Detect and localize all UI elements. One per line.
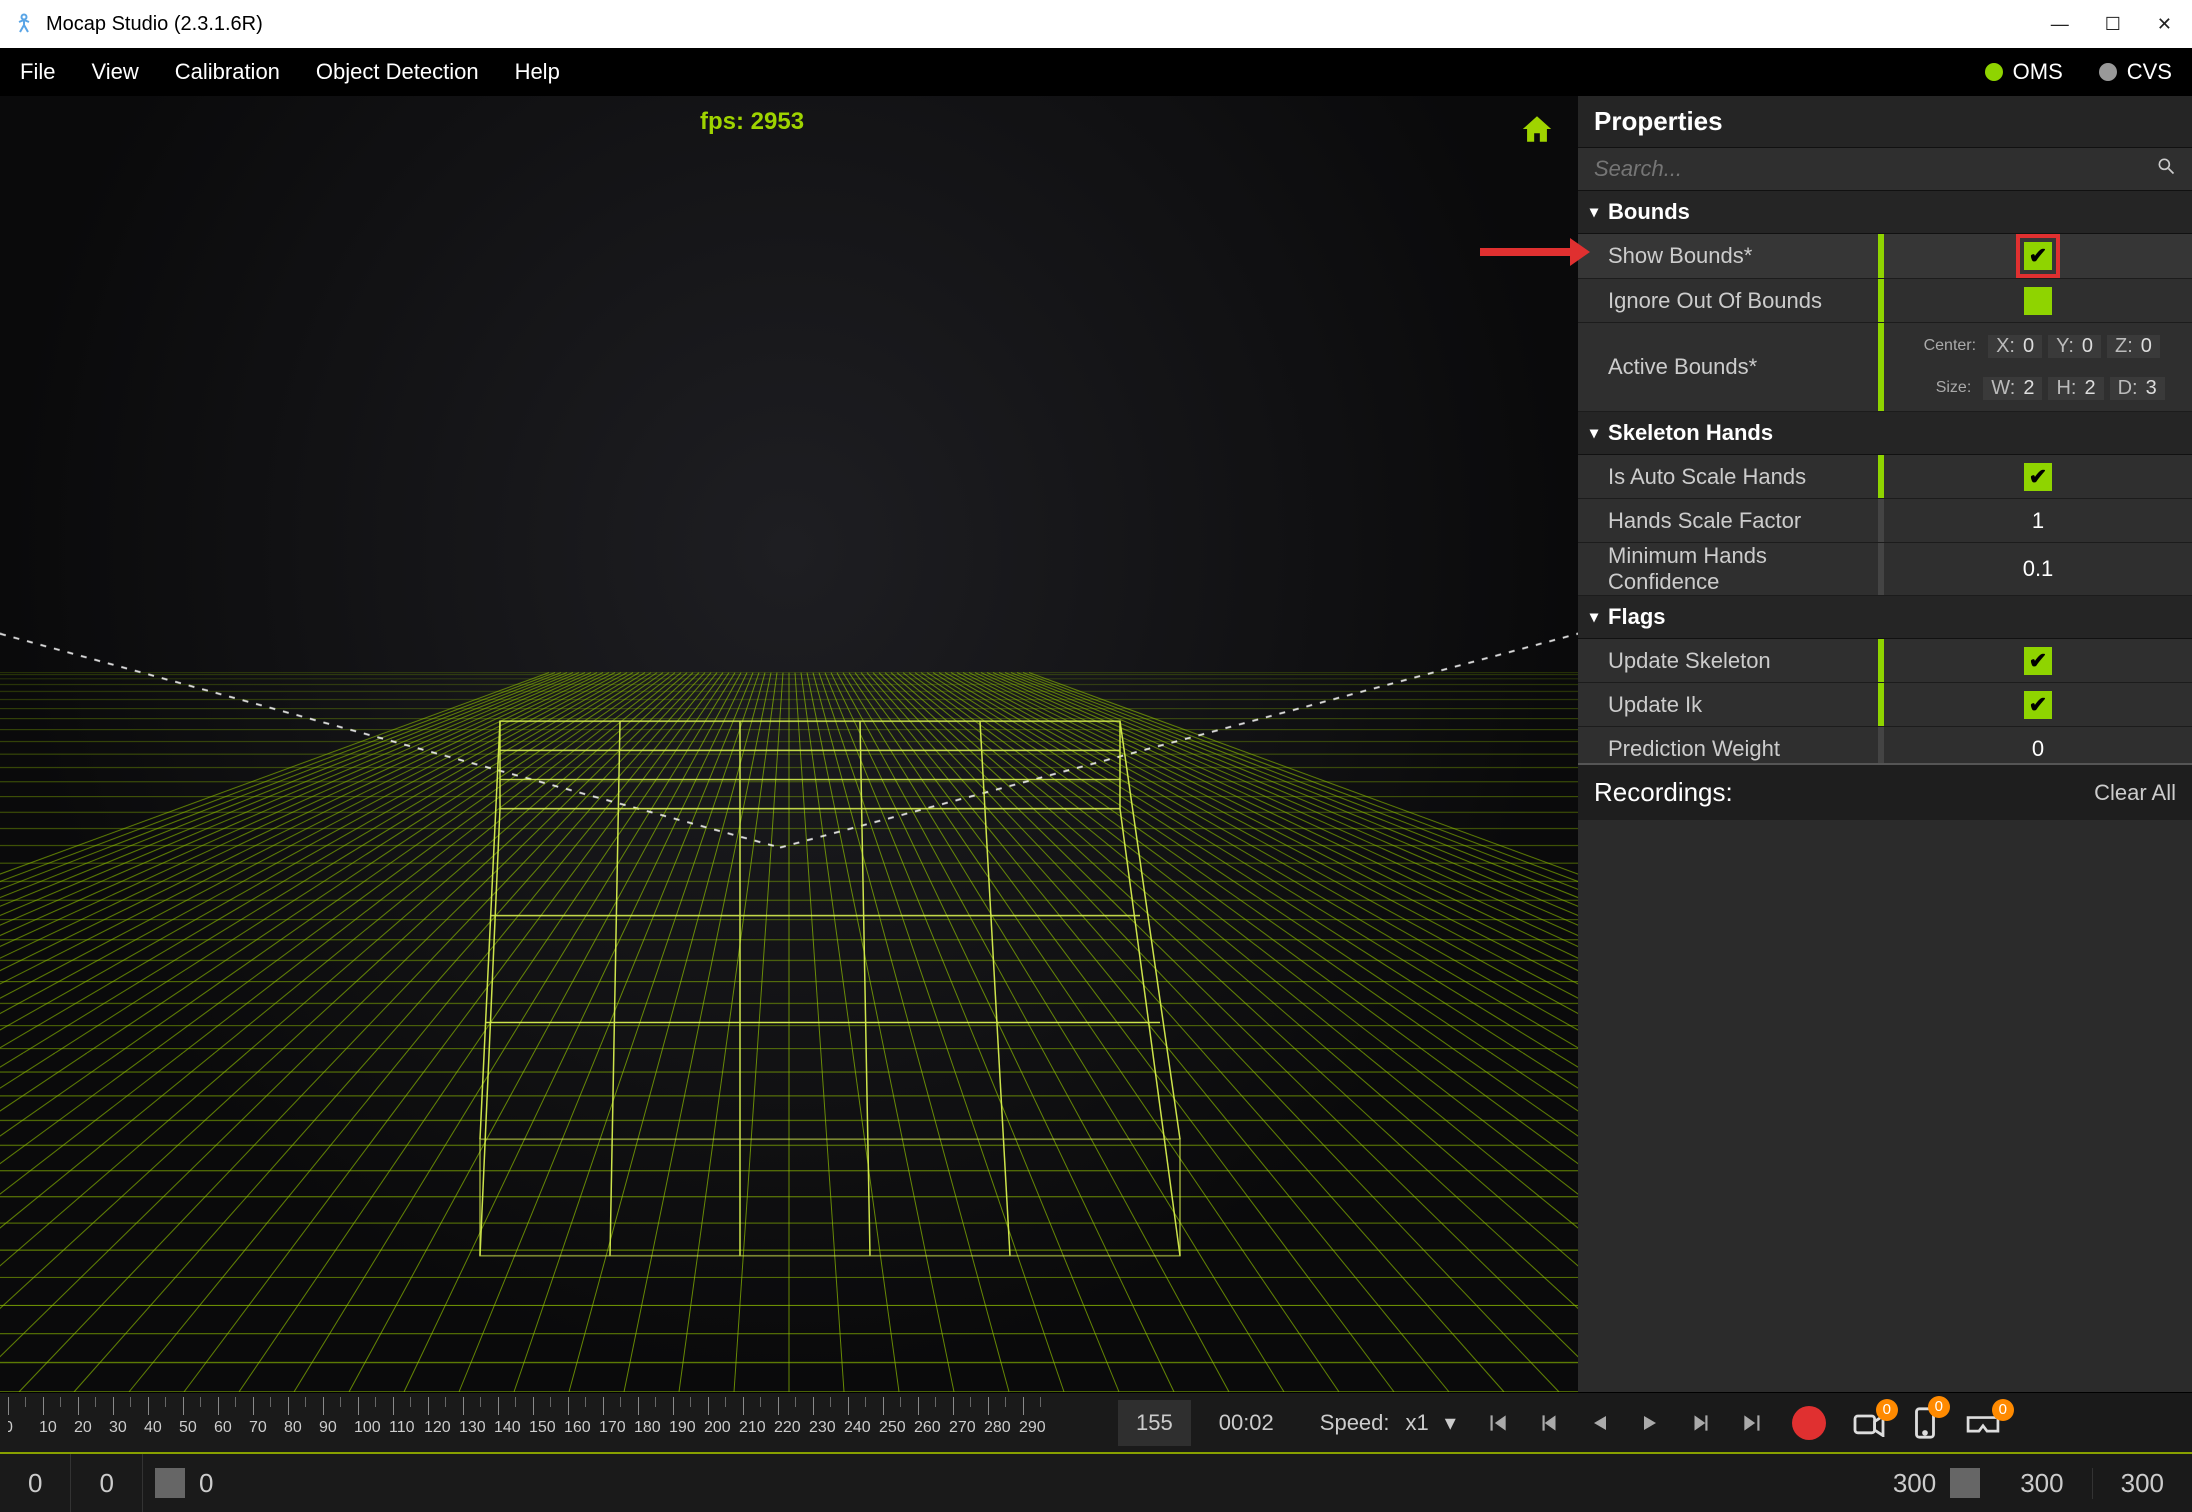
prop-min-hands-confidence[interactable]: Minimum Hands Confidence 0.1 (1578, 543, 2192, 596)
slider-handle-left[interactable] (155, 1468, 185, 1498)
prop-ignore-out-of-bounds[interactable]: Ignore Out Of Bounds (1578, 279, 2192, 323)
properties-search[interactable] (1578, 148, 2192, 191)
recordings-title: Recordings: (1594, 777, 1733, 808)
clear-all-button[interactable]: Clear All (2094, 780, 2176, 806)
play-back-icon[interactable] (1588, 1411, 1612, 1435)
home-icon[interactable] (1520, 112, 1554, 151)
go-end-icon[interactable] (1740, 1410, 1766, 1436)
prop-active-bounds: Active Bounds* Center: X:0 Y:0 Z:0 Size: (1578, 323, 2192, 412)
prop-label: Show Bounds* (1578, 234, 1878, 278)
titlebar: Mocap Studio (2.3.1.6R) — ☐ ✕ (0, 0, 2192, 48)
range-start-b[interactable]: 0 (71, 1454, 142, 1512)
menu-view[interactable]: View (91, 59, 138, 85)
prop-hands-scale-factor[interactable]: Hands Scale Factor 1 (1578, 499, 2192, 543)
checkbox-show-bounds[interactable]: ✔ (2024, 242, 2052, 270)
status-cvs: CVS (2099, 59, 2172, 85)
next-frame-icon[interactable] (1688, 1410, 1714, 1436)
menubar: File View Calibration Object Detection H… (0, 48, 2192, 96)
section-bounds[interactable]: ▾ Bounds (1578, 191, 2192, 234)
vr-icon[interactable]: 0 (1964, 1409, 2002, 1437)
range-end-a[interactable]: 300 (1992, 1468, 2092, 1499)
minimize-button[interactable]: — (2051, 14, 2069, 35)
status-oms: OMS (1985, 59, 2063, 85)
active-bounds-z[interactable]: Z:0 (2107, 335, 2160, 358)
range-end-b[interactable]: 300 (2093, 1468, 2192, 1499)
prop-update-ik[interactable]: Update Ik ✔ (1578, 683, 2192, 727)
properties-panel: Properties ▾ Bounds Show Bounds* ✔ (1578, 96, 2192, 1392)
active-bounds-w[interactable]: W:2 (1983, 377, 2042, 400)
search-icon[interactable] (2156, 156, 2176, 182)
checkbox-ignore-out-of-bounds[interactable] (2024, 287, 2052, 315)
search-input[interactable] (1594, 156, 2156, 182)
speed-control[interactable]: Speed: x1 ▾ (1302, 1410, 1474, 1436)
prop-prediction-weight[interactable]: Prediction Weight 0 (1578, 727, 2192, 763)
section-skeleton-hands[interactable]: ▾ Skeleton Hands (1578, 412, 2192, 455)
app-icon (12, 12, 36, 36)
checkbox-update-skeleton[interactable]: ✔ (2024, 647, 2052, 675)
prop-label: Active Bounds* (1578, 323, 1878, 411)
recordings-list (1578, 820, 2192, 1392)
close-button[interactable]: ✕ (2157, 14, 2172, 35)
current-time: 00:02 (1201, 1400, 1292, 1446)
active-bounds-x[interactable]: X:0 (1988, 335, 2042, 358)
prev-frame-icon[interactable] (1536, 1410, 1562, 1436)
active-bounds-h[interactable]: H:2 (2048, 377, 2103, 400)
chevron-down-icon[interactable]: ▾ (1445, 1410, 1456, 1436)
active-bounds-y[interactable]: Y:0 (2048, 335, 2101, 358)
chevron-down-icon: ▾ (1590, 607, 1598, 627)
maximize-button[interactable]: ☐ (2105, 14, 2121, 35)
chevron-down-icon: ▾ (1590, 423, 1598, 443)
record-button[interactable] (1792, 1406, 1826, 1440)
checkbox-auto-scale[interactable]: ✔ (2024, 463, 2052, 491)
active-bounds-d[interactable]: D:3 (2110, 377, 2165, 400)
range-start-a[interactable]: 0 (0, 1454, 71, 1512)
range-bar[interactable]: 0 0 0 300 300 300 (0, 1452, 2192, 1512)
window-controls: — ☐ ✕ (2051, 14, 2180, 35)
prop-show-bounds[interactable]: Show Bounds* ✔ (1578, 234, 2192, 279)
range-slider[interactable]: 0 300 (143, 1454, 1992, 1512)
highlight-frame: ✔ (2016, 234, 2060, 278)
prop-label: Ignore Out Of Bounds (1578, 279, 1878, 322)
chevron-down-icon: ▾ (1590, 202, 1598, 222)
recordings-header: Recordings: Clear All (1578, 763, 2192, 820)
menu-help[interactable]: Help (515, 59, 560, 85)
fps-label: fps: 2953 (700, 108, 804, 136)
section-flags[interactable]: ▾ Flags (1578, 596, 2192, 639)
timeline[interactable]: 0102030405060708090100110120130140150160… (0, 1392, 2192, 1452)
menu-calibration[interactable]: Calibration (175, 59, 280, 85)
slider-handle-right[interactable] (1950, 1468, 1980, 1498)
menu-object-detection[interactable]: Object Detection (316, 59, 479, 85)
window-title: Mocap Studio (2.3.1.6R) (46, 13, 263, 36)
play-icon[interactable] (1638, 1411, 1662, 1435)
current-frame[interactable]: 155 (1118, 1400, 1191, 1446)
prop-auto-scale-hands[interactable]: Is Auto Scale Hands ✔ (1578, 455, 2192, 499)
status-dot-green (1985, 63, 2003, 81)
menu-file[interactable]: File (20, 59, 55, 85)
viewport-3d[interactable]: fps: 2953 (0, 96, 1578, 1392)
prop-update-skeleton[interactable]: Update Skeleton ✔ (1578, 639, 2192, 683)
phone-icon[interactable]: 0 (1912, 1406, 1938, 1440)
checkbox-update-ik[interactable]: ✔ (2024, 691, 2052, 719)
properties-title: Properties (1578, 96, 2192, 148)
timeline-ruler[interactable]: 0102030405060708090100110120130140150160… (8, 1393, 1108, 1452)
camera-icon[interactable]: 0 (1852, 1409, 1886, 1437)
status-dot-gray (2099, 63, 2117, 81)
go-start-icon[interactable] (1484, 1410, 1510, 1436)
